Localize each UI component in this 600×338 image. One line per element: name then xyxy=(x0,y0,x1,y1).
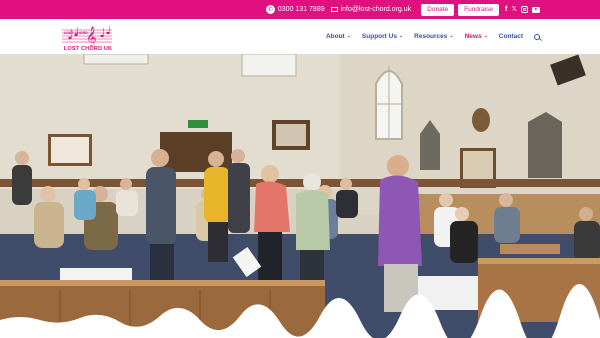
phone-number: 0300 131 7889 xyxy=(277,6,325,13)
youtube-icon[interactable] xyxy=(532,6,540,13)
x-icon[interactable]: 𝕏 xyxy=(511,6,517,13)
fundraise-button[interactable]: Fundraise xyxy=(458,3,500,16)
logo-mark-text: LOST CHORD xyxy=(64,31,88,35)
svg-text:𝄞: 𝄞 xyxy=(86,27,97,46)
nav-item-resources[interactable]: Resources ⌄ xyxy=(414,33,453,40)
chevron-down-icon: ⌄ xyxy=(346,33,351,39)
nav-item-support-us[interactable]: Support Us ⌄ xyxy=(362,33,403,40)
logo-graphic: 𝄞 LOST CHORD xyxy=(62,26,112,48)
social-links: f 𝕏 xyxy=(505,6,540,13)
donate-button[interactable]: Donate xyxy=(421,3,455,16)
nav-item-label: Contact xyxy=(498,33,523,40)
nav-item-label: Support Us xyxy=(361,33,397,40)
phone-link[interactable]: ✆ 0300 131 7889 xyxy=(265,5,325,14)
nav-item-label: Resources xyxy=(414,33,448,40)
site-logo[interactable]: 𝄞 LOST CHORD LOST CHORD UK xyxy=(60,24,116,52)
logo-text: LOST CHORD UK xyxy=(63,46,113,52)
nav-item-label: About xyxy=(325,33,345,40)
nav-item-contact[interactable]: Contact xyxy=(499,33,523,40)
chevron-down-icon: ⌄ xyxy=(449,33,454,39)
nav-item-label: News xyxy=(464,33,482,40)
nav-item-news[interactable]: News ⌄ xyxy=(465,33,488,40)
instagram-icon[interactable] xyxy=(521,6,528,13)
nav-item-about[interactable]: About ⌄ xyxy=(326,33,351,40)
chevron-down-icon: ⌄ xyxy=(398,33,404,39)
email-link[interactable]: info@lost-chord.org.uk xyxy=(330,6,412,13)
hero-photo xyxy=(0,54,600,338)
hero-image xyxy=(0,54,600,338)
facebook-icon[interactable]: f xyxy=(505,6,507,13)
top-bar: ✆ 0300 131 7889 info@lost-chord.org.uk D… xyxy=(0,0,600,19)
main-nav: About ⌄ Support Us ⌄ Resources ⌄ News ⌄ … xyxy=(326,19,540,54)
envelope-icon xyxy=(330,7,338,12)
search-icon[interactable] xyxy=(534,33,540,40)
phone-icon: ✆ xyxy=(265,5,275,14)
email-address: info@lost-chord.org.uk xyxy=(340,6,412,13)
site-header: 𝄞 LOST CHORD LOST CHORD UK About ⌄ Suppo… xyxy=(0,19,600,54)
chevron-down-icon: ⌄ xyxy=(483,33,488,39)
